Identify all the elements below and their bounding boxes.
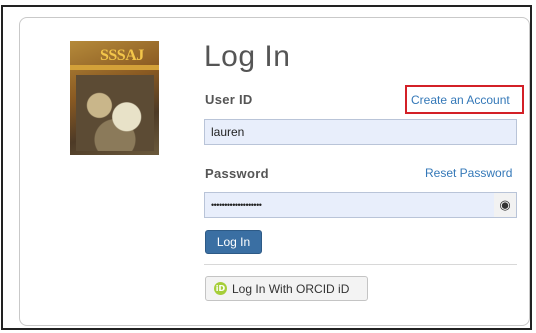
cover-band xyxy=(70,65,159,70)
orcid-button-label: Log In With ORCID iD xyxy=(232,281,350,296)
cover-photo xyxy=(76,75,154,151)
show-password-button[interactable]: ◉ xyxy=(494,192,517,218)
create-account-link[interactable]: Create an Account xyxy=(411,93,510,107)
orcid-icon: iD xyxy=(214,282,227,295)
page-title: Log In xyxy=(204,40,291,73)
eye-icon: ◉ xyxy=(499,197,511,212)
journal-cover-title: SSSAJ xyxy=(100,47,144,64)
orcid-login-button[interactable]: iD Log In With ORCID iD xyxy=(205,276,368,301)
journal-cover-image: SSSAJ xyxy=(70,41,159,155)
password-input[interactable]: ••••••••••••••••••• xyxy=(204,192,495,218)
user-id-input[interactable]: lauren xyxy=(204,119,517,145)
password-mask: ••••••••••••••••••• xyxy=(211,200,262,210)
user-id-value: lauren xyxy=(211,125,245,139)
reset-password-link[interactable]: Reset Password xyxy=(425,166,512,180)
login-button[interactable]: Log In xyxy=(205,230,262,254)
divider xyxy=(204,264,517,265)
user-id-label: User ID xyxy=(205,92,253,107)
password-label: Password xyxy=(205,166,269,181)
